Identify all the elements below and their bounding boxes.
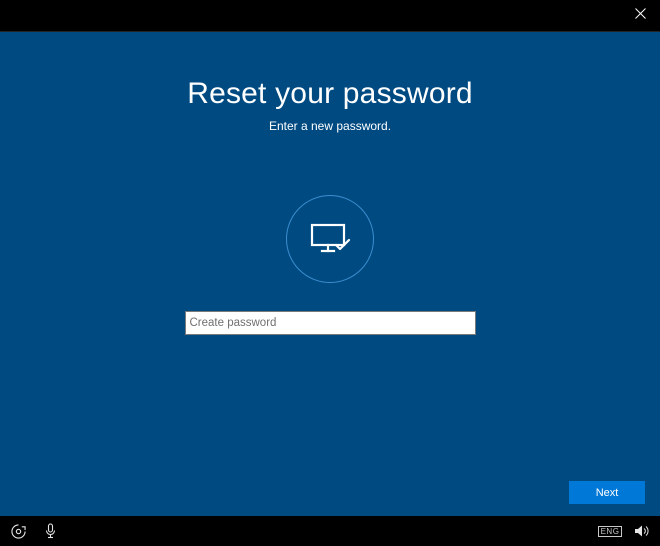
microphone-icon [44,523,57,539]
microphone-button[interactable] [42,523,58,539]
password-input[interactable] [185,311,476,335]
monitor-check-icon [308,219,352,259]
next-button[interactable]: Next [569,481,645,504]
keyboard-layout-indicator: ENG [598,526,623,537]
volume-button[interactable] [634,523,650,539]
page-subtitle: Enter a new password. [269,119,391,133]
ease-of-access-icon [11,524,26,539]
page-title: Reset your password [187,77,473,111]
close-icon [635,8,646,19]
action-row: Next [569,481,645,504]
volume-icon [634,524,650,538]
content-area: Reset your password Enter a new password… [0,32,660,516]
taskbar-right: ENG [602,523,650,539]
taskbar: ENG [0,516,660,546]
taskbar-left [10,523,58,539]
close-button[interactable] [620,0,660,26]
ease-of-access-button[interactable] [10,523,26,539]
device-verified-graphic [286,195,374,283]
keyboard-layout-button[interactable]: ENG [602,523,618,539]
main-panel: Reset your password Enter a new password… [0,32,660,516]
titlebar [0,0,660,32]
